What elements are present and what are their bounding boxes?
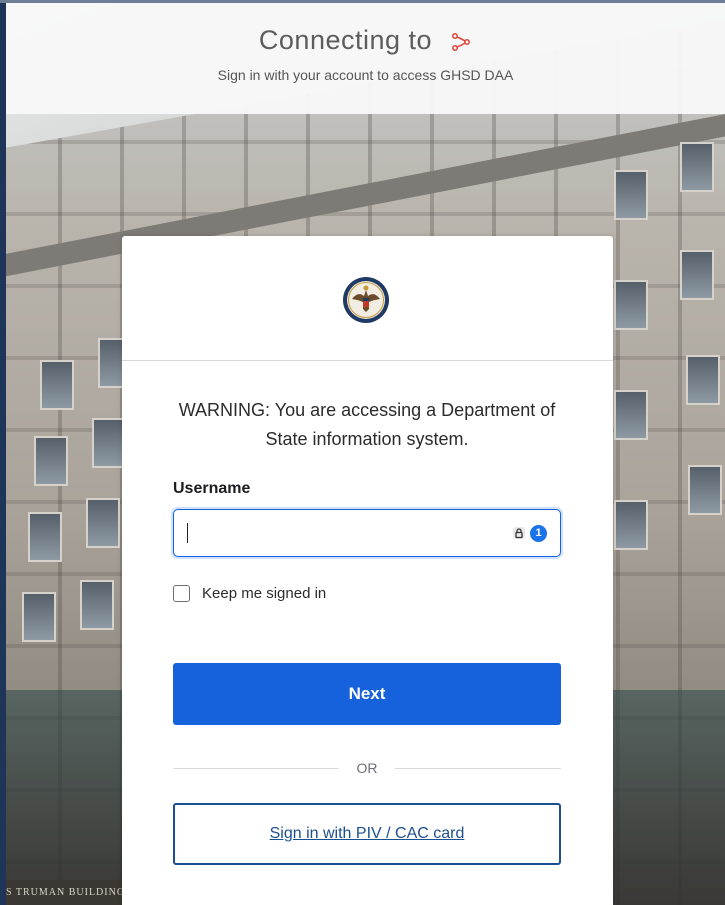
window xyxy=(34,436,68,486)
window xyxy=(614,500,648,550)
window xyxy=(86,498,120,548)
department-of-state-seal xyxy=(343,277,389,323)
divider-line xyxy=(395,768,561,769)
username-label: Username xyxy=(173,480,251,497)
window xyxy=(22,592,56,642)
window xyxy=(680,142,714,192)
window xyxy=(614,390,648,440)
logo-area xyxy=(122,236,613,361)
window xyxy=(92,418,126,468)
keep-signed-in-label[interactable]: Keep me signed in xyxy=(202,585,326,602)
lock-icon[interactable] xyxy=(510,524,528,542)
next-button[interactable]: Next xyxy=(173,663,561,725)
window xyxy=(80,580,114,630)
header-band: Connecting to Sign in with your account … xyxy=(6,3,725,114)
left-edge-strip xyxy=(0,0,6,905)
page-title: Connecting to xyxy=(6,25,725,56)
text-caret xyxy=(187,523,188,543)
warning-message: WARNING: You are accessing a Department … xyxy=(178,400,556,449)
window xyxy=(614,280,648,330)
window xyxy=(686,355,720,405)
login-card: WARNING: You are accessing a Department … xyxy=(122,236,613,905)
username-input[interactable] xyxy=(173,509,561,557)
window xyxy=(28,512,62,562)
page-title-text: Connecting to xyxy=(258,25,433,55)
password-manager-icons[interactable]: 1 xyxy=(510,524,547,542)
window xyxy=(680,250,714,300)
1password-icon[interactable]: 1 xyxy=(530,524,547,542)
window xyxy=(40,360,74,410)
keep-signed-in-row[interactable]: Keep me signed in xyxy=(173,585,326,602)
or-divider: OR xyxy=(173,758,561,778)
piv-cac-signin-button[interactable]: Sign in with PIV / CAC card xyxy=(173,803,561,865)
window xyxy=(688,465,722,515)
page-subtitle: Sign in with your account to access GHSD… xyxy=(217,67,514,83)
keep-signed-in-checkbox[interactable] xyxy=(173,585,190,602)
building-sign: S TRUMAN BUILDING xyxy=(0,880,122,905)
okta-app-connector-icon xyxy=(452,32,471,51)
window xyxy=(614,170,648,220)
